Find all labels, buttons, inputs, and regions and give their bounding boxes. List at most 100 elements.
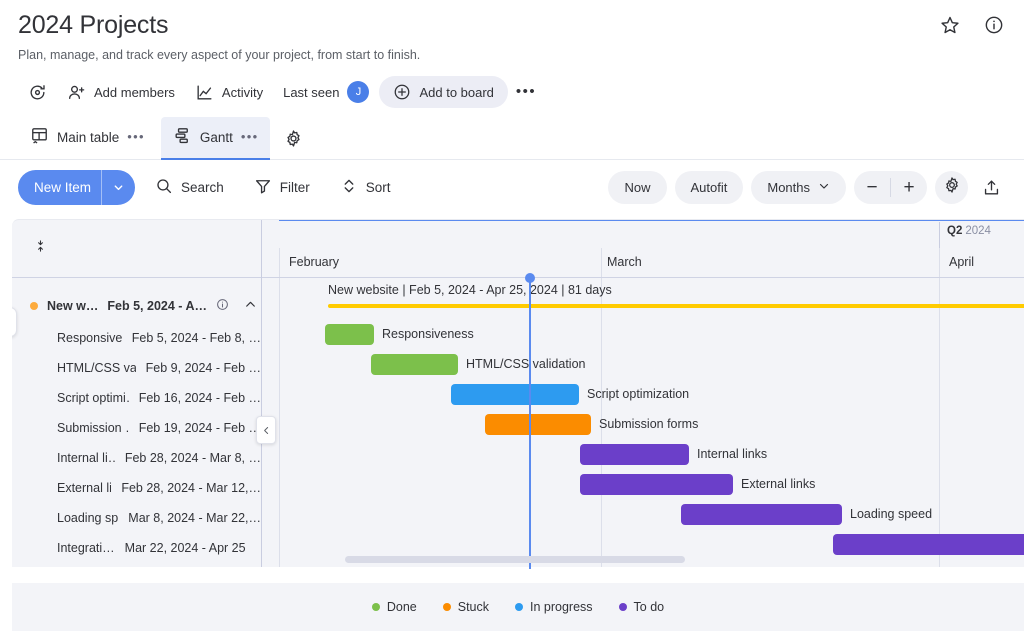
zoom-controls: − + xyxy=(854,171,927,204)
task-dates: Feb 16, 2024 - Feb … xyxy=(138,391,261,405)
toolbar-right-group: Now Autofit Months − + xyxy=(608,171,1006,204)
tab-gantt[interactable]: Gantt ••• xyxy=(160,117,271,160)
task-dates: Mar 8, 2024 - Mar 22,… xyxy=(128,511,261,525)
task-name: Loading sp… xyxy=(57,511,119,525)
task-name: Internal li… xyxy=(57,451,115,465)
sort-updown-icon xyxy=(340,177,358,198)
gantt-board-inner: New w… Feb 5, 2024 - A… Responsive Feb 5… xyxy=(12,220,1024,569)
collapse-left-pane-button[interactable] xyxy=(256,416,276,444)
legend-label: In progress xyxy=(530,600,593,614)
gantt-bar-label: Script optimization xyxy=(587,387,690,401)
sort-updown-icon[interactable] xyxy=(34,238,47,259)
gear-icon xyxy=(943,176,961,199)
month-divider xyxy=(279,248,280,277)
pane-edge-handle[interactable] xyxy=(12,307,17,337)
gantt-bar-internal-links[interactable] xyxy=(580,444,689,465)
new-item-label: New Item xyxy=(34,180,92,195)
gantt-bar-label: Loading speed xyxy=(850,507,933,521)
task-dates: Mar 22, 2024 - Apr 25 xyxy=(124,541,246,555)
add-members-label: Add members xyxy=(94,84,175,100)
table-row[interactable]: Responsive… Feb 5, 2024 - Feb 8, … xyxy=(12,323,261,353)
legend-item-to-do: To do xyxy=(618,600,664,614)
month-label-april: April xyxy=(949,255,975,269)
filter-button[interactable]: Filter xyxy=(244,170,320,205)
gantt-bar-responsiveness[interactable] xyxy=(325,324,374,345)
gantt-bar-label: Submission forms xyxy=(599,417,699,431)
page-subtitle: Plan, manage, and track every aspect of … xyxy=(18,48,421,62)
legend-label: Stuck xyxy=(457,600,490,614)
table-row[interactable]: External li… Feb 28, 2024 - Mar 12,… xyxy=(12,473,261,503)
add-to-board-label: Add to board xyxy=(419,84,494,100)
tab-main-table[interactable]: Main table ••• xyxy=(18,117,157,159)
gantt-row-list: New w… Feb 5, 2024 - A… Responsive Feb 5… xyxy=(12,278,261,563)
table-row[interactable]: Integrati… Mar 22, 2024 - Apr 25 xyxy=(12,533,261,563)
activity-button[interactable]: Activity xyxy=(185,77,273,108)
group-name: New w… xyxy=(47,299,99,313)
legend-dot xyxy=(618,603,627,611)
search-button[interactable]: Search xyxy=(145,170,234,205)
zoom-out-button[interactable]: − xyxy=(854,171,890,204)
now-indicator-line xyxy=(525,273,535,569)
board-more-menu[interactable]: ••• xyxy=(508,83,544,101)
zoom-level-value: Months xyxy=(767,180,810,195)
sort-label: Sort xyxy=(365,180,391,195)
last-seen-group[interactable]: Last seen J xyxy=(273,75,379,109)
legend-dot xyxy=(442,603,451,611)
table-row[interactable]: Loading sp… Mar 8, 2024 - Mar 22,… xyxy=(12,503,261,533)
table-row[interactable]: Internal li… Feb 28, 2024 - Mar 8, … xyxy=(12,443,261,473)
legend-item-stuck: Stuck xyxy=(442,600,490,614)
new-item-button[interactable]: New Item xyxy=(18,170,136,205)
gear-icon[interactable] xyxy=(274,117,313,159)
gantt-timeline-pane: Q2 2024 February March April New website… xyxy=(262,220,1024,569)
tab-main-table-more[interactable]: ••• xyxy=(127,130,145,143)
horizontal-scrollbar[interactable] xyxy=(345,556,685,563)
grid-line xyxy=(939,278,940,569)
now-button[interactable]: Now xyxy=(608,171,667,204)
legend-item-in-progress: In progress xyxy=(515,600,593,614)
info-circle-icon[interactable] xyxy=(216,298,229,314)
gantt-app: 2024 Projects Plan, manage, and track ev… xyxy=(0,0,1024,631)
gantt-bar-integration[interactable] xyxy=(833,534,1024,555)
gantt-settings-button[interactable] xyxy=(935,171,968,204)
gantt-bar-external-links[interactable] xyxy=(580,474,733,495)
table-row[interactable]: HTML/CSS va… Feb 9, 2024 - Feb … xyxy=(12,353,261,383)
gantt-icon xyxy=(173,126,192,148)
star-icon[interactable] xyxy=(938,13,962,37)
search-icon xyxy=(155,177,173,198)
task-name: Script optimi… xyxy=(57,391,129,405)
gantt-bar-submission-forms[interactable] xyxy=(485,414,591,435)
autofit-button[interactable]: Autofit xyxy=(674,171,744,204)
zoom-in-button[interactable]: + xyxy=(891,171,927,204)
gantt-bar-label: Internal links xyxy=(697,447,768,461)
group-bar-label: New website | Feb 5, 2024 - Apr 25, 2024… xyxy=(328,283,612,297)
quarter-label: Q2 2024 xyxy=(947,225,991,237)
gantt-bar-script-optimization[interactable] xyxy=(451,384,579,405)
info-circle-icon[interactable] xyxy=(982,13,1006,37)
filter-icon xyxy=(254,177,272,198)
tab-gantt-more[interactable]: ••• xyxy=(241,130,259,143)
chevron-down-icon[interactable] xyxy=(101,170,135,205)
gantt-bar-loading-speed[interactable] xyxy=(681,504,842,525)
gantt-bar-label: External links xyxy=(741,477,816,491)
table-row[interactable]: Submission … Feb 19, 2024 - Feb … xyxy=(12,413,261,443)
add-members-button[interactable]: Add members xyxy=(57,77,185,108)
status-dot xyxy=(30,302,38,310)
add-to-board-button[interactable]: Add to board xyxy=(379,76,508,108)
page-title: 2024 Projects xyxy=(18,11,169,39)
table-row-group[interactable]: New w… Feb 5, 2024 - A… xyxy=(12,289,261,323)
table-row[interactable]: Script optimi… Feb 16, 2024 - Feb … xyxy=(12,383,261,413)
grid-line xyxy=(279,278,280,569)
timeline-quarter-row: Q2 2024 xyxy=(262,220,1024,248)
last-seen-label: Last seen xyxy=(283,84,340,100)
avatar[interactable]: J xyxy=(347,81,370,103)
task-name: Submission … xyxy=(57,421,129,435)
sort-button[interactable]: Sort xyxy=(330,170,401,205)
zoom-level-select[interactable]: Months xyxy=(751,171,846,204)
month-divider xyxy=(601,248,602,277)
chevron-up-icon[interactable] xyxy=(244,298,257,314)
update-rotate-icon[interactable] xyxy=(18,77,57,108)
gantt-toolbar: New Item Search Filter Sort Now Autofit … xyxy=(0,160,1024,215)
export-upload-icon[interactable] xyxy=(976,171,1006,204)
gantt-bar-html-css-validation[interactable] xyxy=(371,354,458,375)
tab-gantt-label: Gantt xyxy=(199,129,233,145)
